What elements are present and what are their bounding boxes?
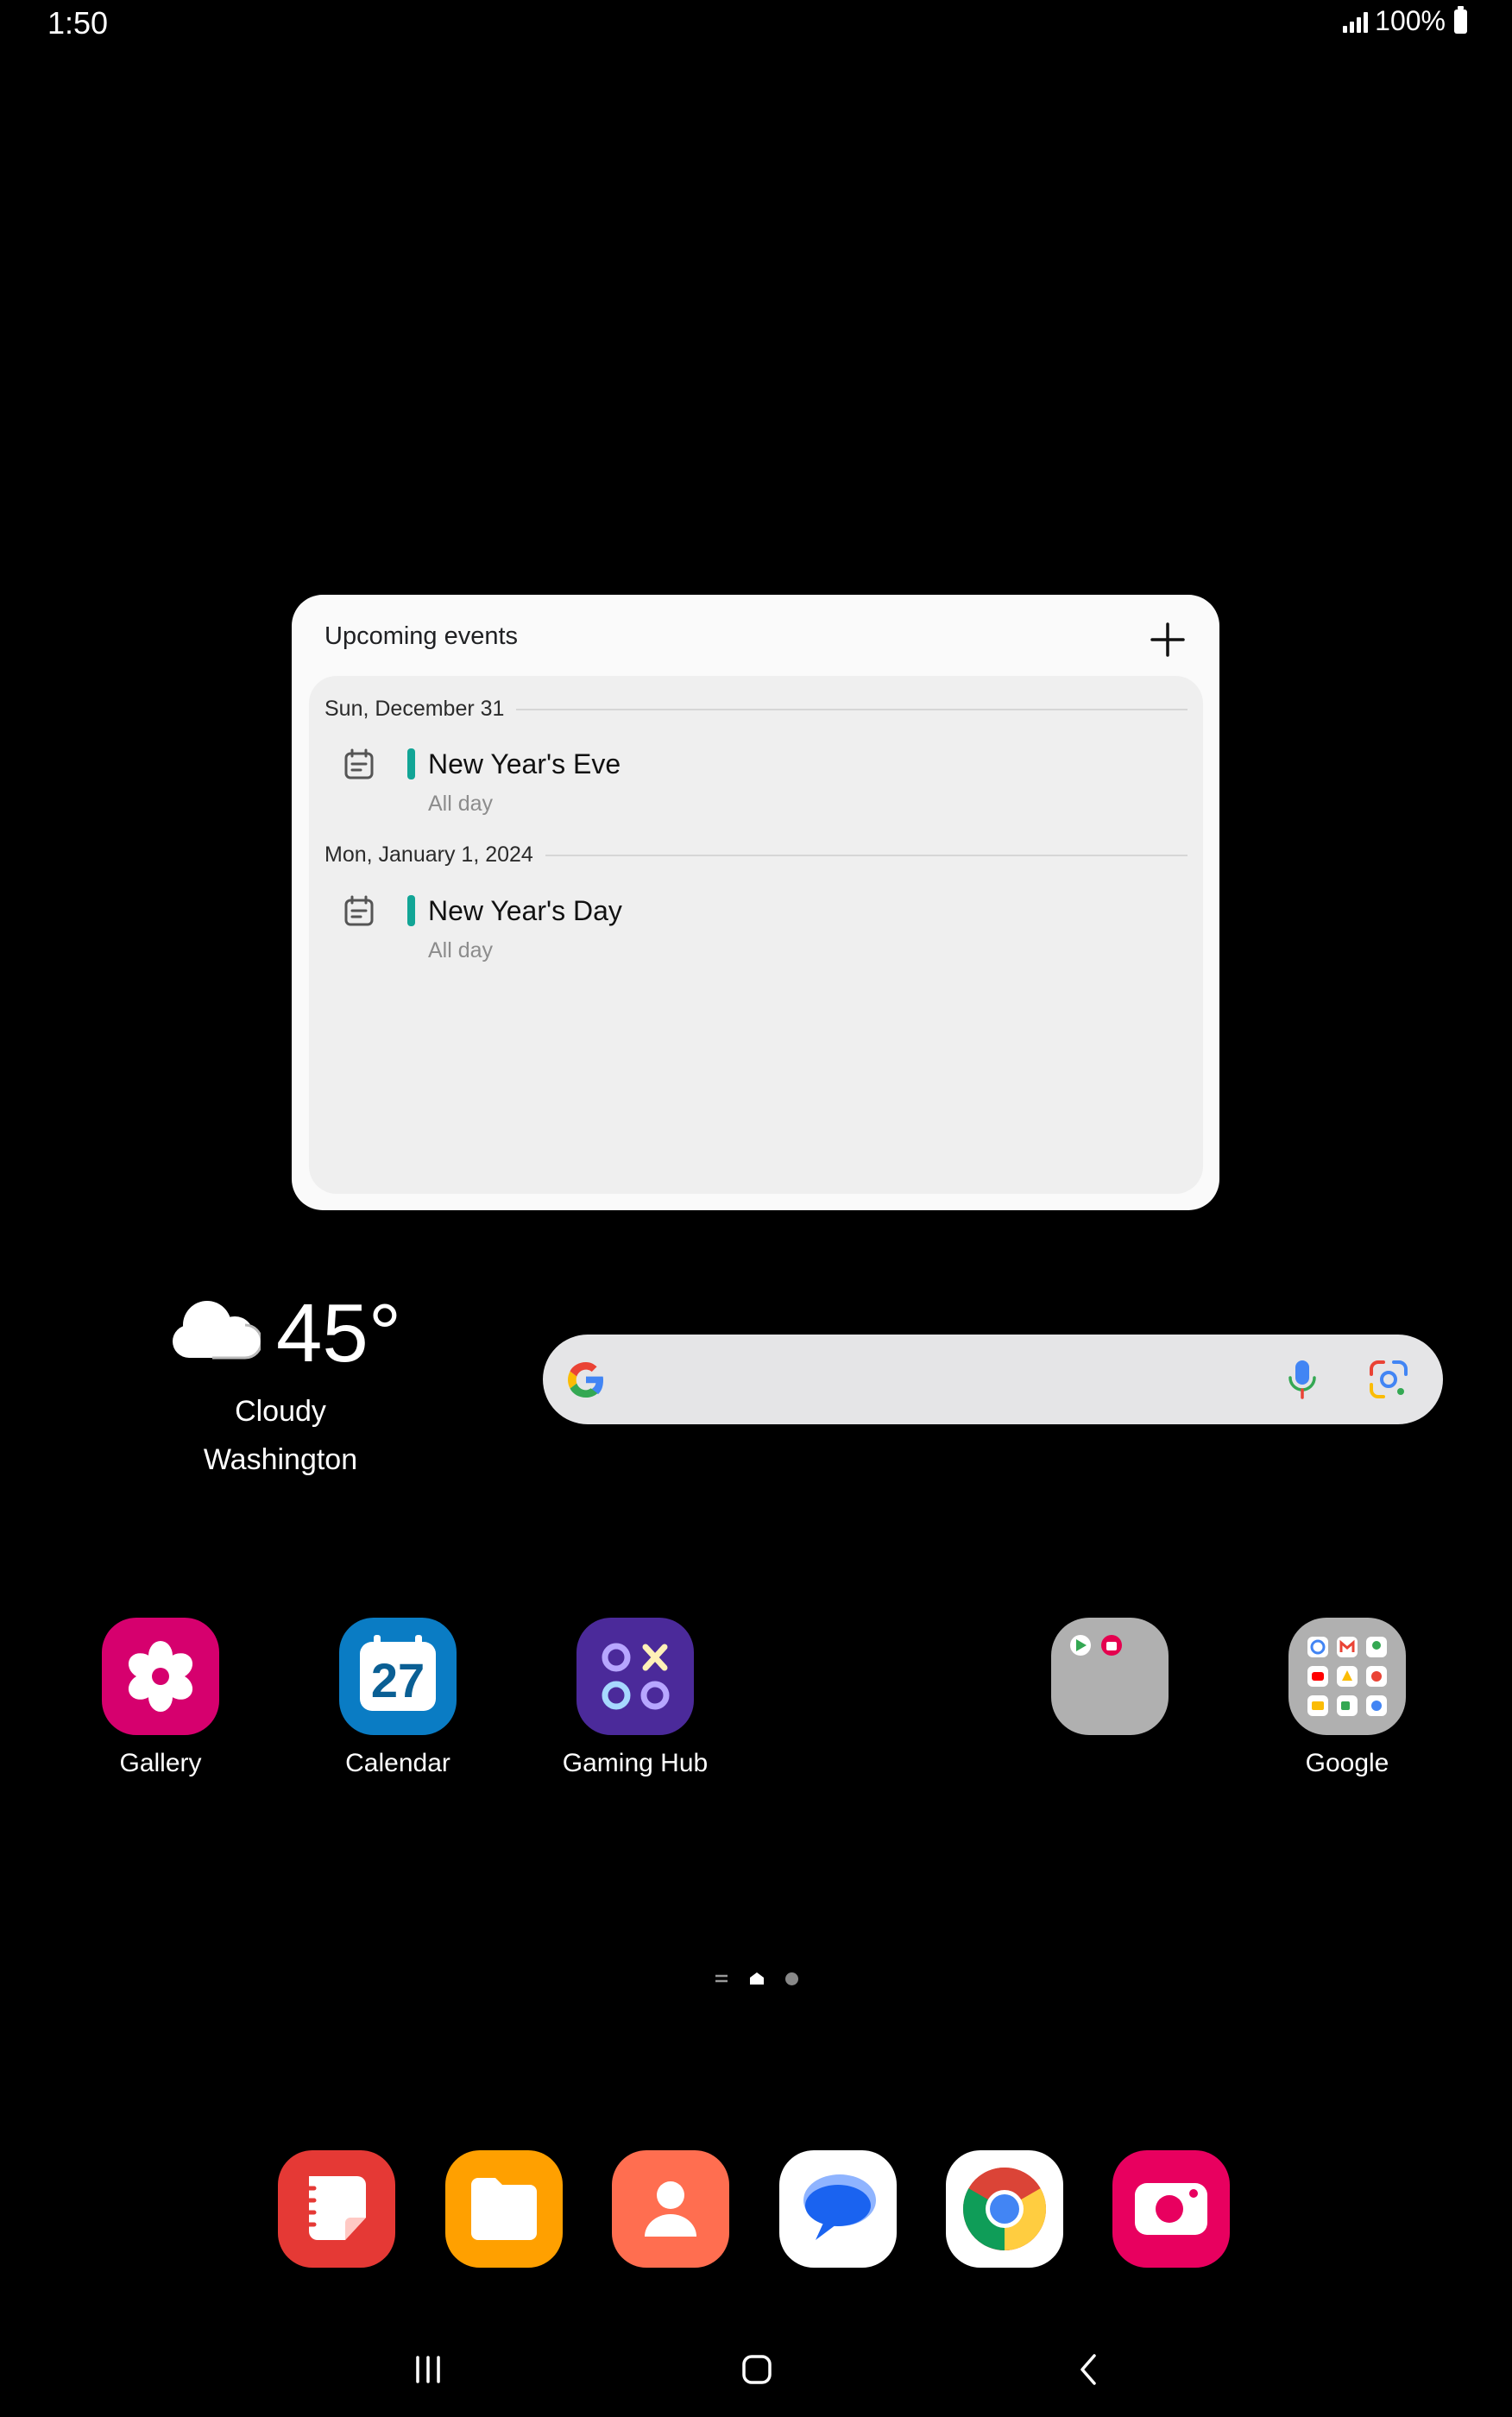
page-indicator[interactable] xyxy=(715,1972,798,1985)
home-page-icon xyxy=(750,1972,764,1985)
app-label: Google xyxy=(1305,1749,1389,1777)
event-title[interactable]: New Year's Day xyxy=(428,895,622,927)
messages-icon[interactable] xyxy=(779,2150,897,2268)
page-dot xyxy=(785,1972,798,1985)
event-time: All day xyxy=(428,792,494,816)
status-time: 1:50 xyxy=(47,5,109,41)
date-label: Mon, January 1, 2024 xyxy=(324,842,533,867)
app-label: Gallery xyxy=(119,1749,202,1777)
calendar-27-icon: 27 xyxy=(339,1618,457,1735)
add-event-button[interactable] xyxy=(1142,614,1194,666)
app-gallery[interactable]: Gallery xyxy=(74,1618,247,1778)
calendar-event-icon xyxy=(344,748,374,779)
google-g-icon xyxy=(568,1362,603,1398)
calendar-event-icon xyxy=(344,895,374,926)
divider xyxy=(516,708,1188,710)
home-button[interactable] xyxy=(740,2352,774,2387)
divider xyxy=(545,854,1188,856)
folder-icon xyxy=(1051,1618,1169,1735)
status-icons: 100% xyxy=(1343,5,1467,37)
app-gaming-hub[interactable]: Gaming Hub xyxy=(549,1618,721,1778)
menu-lines-icon xyxy=(715,1974,728,1983)
event-time: All day xyxy=(428,938,494,962)
chrome-icon[interactable] xyxy=(946,2150,1063,2268)
date-header: Sun, December 31 xyxy=(324,697,1188,722)
event-title[interactable]: New Year's Eve xyxy=(428,748,621,780)
weather-condition: Cloudy xyxy=(235,1395,326,1428)
my-files-icon[interactable] xyxy=(445,2150,563,2268)
app-google-folder[interactable]: Google xyxy=(1261,1618,1433,1778)
date-label: Sun, December 31 xyxy=(324,697,505,721)
google-lens-icon[interactable] xyxy=(1368,1359,1409,1400)
cloudy-weather-icon[interactable] xyxy=(173,1299,261,1360)
upcoming-events-widget[interactable]: Upcoming events Sun, December 31 New Yea… xyxy=(292,595,1219,1210)
app-calendar[interactable]: 27 Calendar xyxy=(312,1618,484,1778)
battery-percent: 100% xyxy=(1375,5,1446,36)
weather-temperature[interactable]: 45° xyxy=(276,1286,401,1381)
date-header: Mon, January 1, 2024 xyxy=(324,842,1188,868)
back-button[interactable] xyxy=(1074,2352,1105,2387)
app-label: Gaming Hub xyxy=(562,1749,709,1777)
notes-icon[interactable] xyxy=(278,2150,395,2268)
gaming-hub-icon xyxy=(576,1618,694,1735)
camera-icon[interactable] xyxy=(1112,2150,1230,2268)
app-label: Calendar xyxy=(345,1749,450,1777)
events-list: Sun, December 31 New Year's Eve All day … xyxy=(309,676,1203,1194)
recents-button[interactable] xyxy=(409,2352,447,2387)
gallery-flower-icon xyxy=(102,1618,219,1735)
google-folder-icon xyxy=(1288,1618,1406,1735)
battery-icon xyxy=(1454,5,1467,34)
signal-icon xyxy=(1343,10,1369,33)
event-color-bar xyxy=(407,748,415,779)
microphone-icon[interactable] xyxy=(1282,1359,1322,1400)
google-search-bar[interactable] xyxy=(543,1335,1443,1424)
event-color-bar xyxy=(407,895,415,926)
weather-location: Washington xyxy=(203,1443,358,1476)
calendar-date: 27 xyxy=(370,1653,425,1707)
plus-icon xyxy=(1150,622,1185,657)
contacts-icon[interactable] xyxy=(612,2150,729,2268)
app-folder[interactable] xyxy=(1024,1618,1196,1749)
widget-title: Upcoming events xyxy=(324,622,519,650)
